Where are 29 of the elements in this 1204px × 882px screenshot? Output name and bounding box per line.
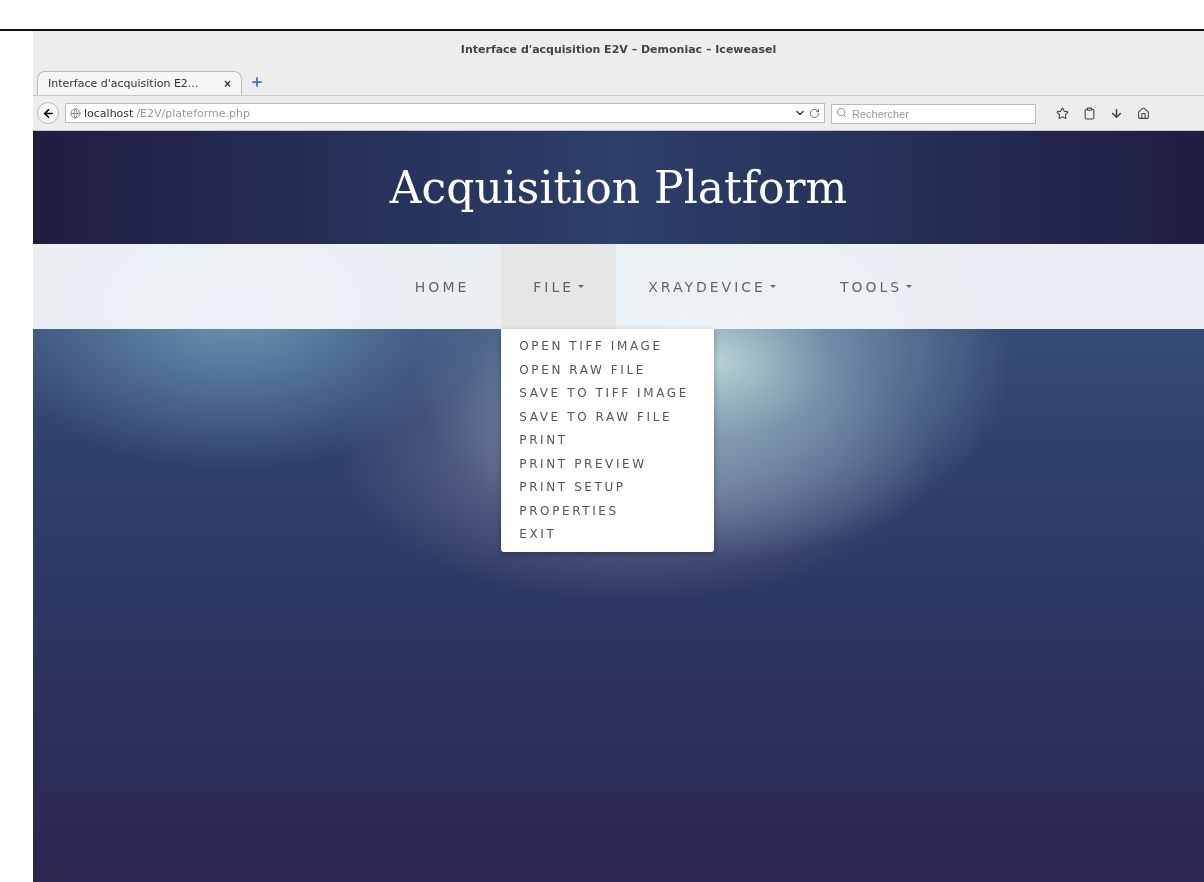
nav-item[interactable]: TOOLS xyxy=(807,244,945,329)
nav-item[interactable]: FILE xyxy=(501,244,617,329)
globe-icon xyxy=(70,107,81,119)
menu-item[interactable]: SAVE TO TIFF IMAGE xyxy=(501,382,715,406)
menu-item[interactable]: PRINT PREVIEW xyxy=(501,452,715,476)
home-icon[interactable] xyxy=(1137,106,1150,120)
window-title: Interface d'acquisition E2V – Demoniac – Iceweasel xyxy=(460,42,777,56)
menu-item[interactable]: SAVE TO RAW FILE xyxy=(501,405,715,429)
menu-item[interactable]: PRINT SETUP xyxy=(501,476,715,500)
address-field[interactable]: localhost /E2V/plateforme.php xyxy=(65,103,825,123)
menu-item[interactable]: PROPERTIES xyxy=(501,499,715,523)
reload-icon[interactable] xyxy=(809,107,820,119)
close-button[interactable]: × xyxy=(224,76,231,91)
nav-item[interactable]: XRAYDEVICE xyxy=(616,244,808,329)
menu-item[interactable]: OPEN RAW FILE xyxy=(501,358,715,382)
download-icon[interactable] xyxy=(1110,106,1123,120)
nav-item[interactable]: HOME xyxy=(382,244,502,329)
search-field[interactable]: Rechercher xyxy=(831,104,1036,124)
menu-item[interactable]: EXIT xyxy=(501,523,715,547)
back-button[interactable] xyxy=(37,102,59,124)
new-tab-icon[interactable] xyxy=(250,75,264,89)
star-icon[interactable] xyxy=(1056,106,1069,120)
page-heading: Acquisition Platform xyxy=(389,162,848,213)
search-icon xyxy=(836,107,847,118)
menu-item[interactable]: PRINT xyxy=(501,429,715,453)
browser-tab[interactable]: Interface d'acquisition E2... × xyxy=(37,71,242,95)
back-arrow-icon xyxy=(41,106,55,120)
clipboard-icon[interactable] xyxy=(1083,106,1096,120)
menu-item[interactable]: OPEN TIFF IMAGE xyxy=(501,335,715,359)
